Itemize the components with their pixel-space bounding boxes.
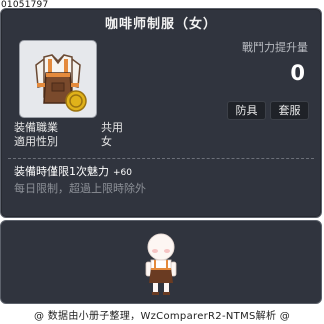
attribute-key: 装備職業 bbox=[14, 121, 58, 134]
character-avatar bbox=[145, 233, 177, 295]
attribute-key: 適用性別 bbox=[14, 135, 58, 148]
footer-credit: @ 数据由小册子整理，WzComparerR2-NTMS解析 @ bbox=[33, 311, 291, 322]
charm-limit-note: 每日限制，超過上限時除外 bbox=[14, 182, 146, 195]
charm-limit-line: 装備時僅限1次魅力 +60 bbox=[14, 164, 146, 181]
charm-limit-text: 装備時僅限1次魅力 bbox=[14, 165, 109, 178]
tag-set: 套服 bbox=[270, 101, 309, 120]
tag-armor: 防具 bbox=[227, 101, 266, 120]
item-tooltip: 咖啡师制服（女） 戰鬥力提升量 0 防具 套服 装備職業 共用 適用性別 女 装… bbox=[0, 8, 322, 218]
item-icon-frame bbox=[19, 40, 97, 118]
divider bbox=[8, 158, 314, 159]
item-name: 咖啡师制服（女） bbox=[104, 17, 217, 32]
attribute-value: 共用 bbox=[101, 121, 123, 134]
barista-uniform-icon bbox=[35, 54, 87, 112]
attribute-value: 女 bbox=[101, 135, 112, 148]
charm-bonus: +60 bbox=[113, 168, 132, 178]
combat-power-value: 0 bbox=[290, 61, 305, 85]
character-preview-panel bbox=[0, 220, 322, 304]
charm-limit: 装備時僅限1次魅力 +60 每日限制，超過上限時除外 bbox=[14, 164, 146, 196]
combat-power-label: 戰鬥力提升量 bbox=[242, 41, 308, 54]
